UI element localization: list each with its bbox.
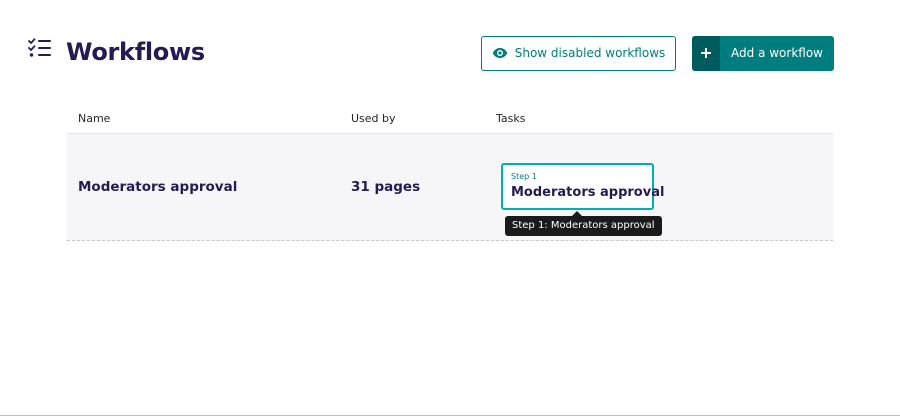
show-disabled-workflows-label: Show disabled workflows bbox=[514, 46, 666, 60]
eye-icon bbox=[492, 47, 508, 59]
header-actions: Show disabled workflows Add a workflow bbox=[481, 34, 834, 71]
page-title: Workflows bbox=[66, 38, 205, 66]
tooltip-arrow bbox=[572, 211, 582, 216]
workflows-page: Workflows Show disabled workflows Add a … bbox=[0, 0, 900, 416]
table-row: Moderators approval 31 pages Step 1 Mode… bbox=[67, 134, 833, 241]
page-header: Workflows Show disabled workflows Add a … bbox=[28, 32, 834, 72]
add-workflow-label: Add a workflow bbox=[731, 46, 823, 60]
workflow-name-link[interactable]: Moderators approval bbox=[67, 179, 351, 195]
tasks-list-icon bbox=[28, 37, 54, 59]
task-item: Step 1 Moderators approval Step 1: Moder… bbox=[501, 163, 833, 236]
table-header: Name Used by Tasks bbox=[67, 104, 833, 134]
show-disabled-workflows-button[interactable]: Show disabled workflows bbox=[481, 35, 676, 71]
tooltip-text: Step 1: Moderators approval bbox=[512, 220, 655, 231]
column-header-name[interactable]: Name bbox=[67, 112, 351, 125]
column-header-used-by[interactable]: Used by bbox=[351, 112, 496, 125]
task-name: Moderators approval bbox=[511, 185, 665, 200]
plus-icon bbox=[692, 35, 720, 71]
column-header-tasks: Tasks bbox=[496, 112, 526, 125]
workflow-tasks-cell: Step 1 Moderators approval Step 1: Moder… bbox=[496, 163, 833, 236]
add-workflow-button[interactable]: Add a workflow bbox=[692, 35, 834, 71]
task-tooltip: Step 1: Moderators approval bbox=[505, 211, 662, 236]
task-card[interactable]: Step 1 Moderators approval bbox=[501, 163, 665, 210]
workflows-table: Name Used by Tasks Moderators approval 3… bbox=[67, 104, 833, 241]
task-step-label: Step 1 bbox=[511, 172, 537, 181]
workflow-used-by[interactable]: 31 pages bbox=[351, 179, 496, 195]
